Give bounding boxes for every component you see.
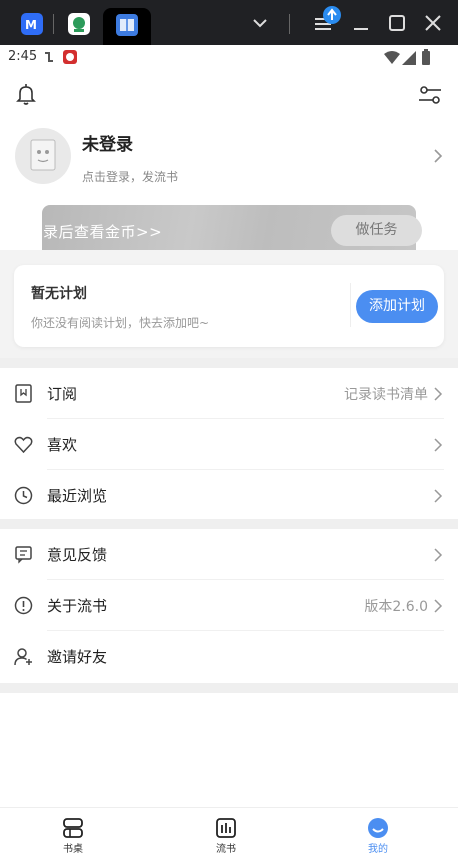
menu-item-label: 邀请好友	[47, 648, 108, 666]
section-gap	[0, 358, 458, 368]
feedback-icon	[15, 546, 32, 564]
menu-item-likes[interactable]: 喜欢	[0, 419, 458, 470]
profile-face-icon	[368, 818, 388, 838]
section-gap	[0, 683, 458, 693]
clock-icon	[14, 486, 33, 505]
battery-icon	[422, 49, 430, 65]
menu-item-about[interactable]: 关于流书 版本2.6.0	[0, 580, 458, 631]
bottom-navigation: 书桌 流书 我的	[0, 807, 458, 859]
nav-tab-label: 流书	[216, 844, 236, 855]
menu-item-subscribe[interactable]: 订阅 记录读书清单	[0, 368, 458, 419]
add-plan-button[interactable]: 添加计划	[356, 290, 438, 323]
avatar[interactable]	[15, 128, 71, 184]
tab-separator	[53, 14, 54, 34]
maximize-icon[interactable]	[386, 12, 408, 34]
signal-icon	[402, 51, 416, 65]
menu-item-label: 意见反馈	[47, 546, 108, 564]
menu-item-label: 订阅	[47, 385, 78, 403]
emulator-top-bar: M	[0, 0, 458, 45]
app-notification-icon	[63, 50, 77, 64]
banner-text[interactable]: 录后查看金币>>	[43, 221, 162, 242]
nav-tab-desk[interactable]: 书桌	[43, 808, 103, 859]
wifi-icon	[384, 51, 400, 64]
liushu-app-icon	[116, 14, 138, 36]
app-tab-icon-m[interactable]: M	[21, 13, 43, 35]
chevron-down-icon[interactable]	[249, 12, 271, 34]
nav-tab-liushu[interactable]: 流书	[196, 808, 256, 859]
menu-item-label: 最近浏览	[47, 487, 108, 505]
chevron-right-icon	[434, 438, 443, 452]
add-user-icon	[14, 648, 32, 666]
minimize-icon[interactable]	[350, 12, 372, 34]
menu-item-feedback[interactable]: 意见反馈	[0, 529, 458, 580]
settings-sliders-icon[interactable]	[418, 84, 442, 106]
section-gap	[0, 519, 458, 529]
chevron-right-icon[interactable]	[432, 149, 444, 163]
chevron-right-icon	[434, 548, 443, 562]
profile-name[interactable]: 未登录	[82, 130, 133, 155]
menu-item-value: 版本2.6.0	[364, 599, 428, 615]
nav-tab-mine[interactable]: 我的	[348, 808, 408, 859]
profile-subtitle[interactable]: 点击登录，发流书	[82, 168, 178, 185]
status-bar: 2:45	[0, 45, 458, 71]
chevron-right-icon	[434, 489, 443, 503]
do-task-button[interactable]: 做任务	[331, 215, 422, 246]
desk-icon	[63, 818, 83, 838]
heart-icon	[14, 436, 33, 454]
sync-icon	[45, 52, 53, 62]
menu-item-label: 喜欢	[47, 436, 78, 454]
info-icon	[14, 596, 33, 615]
close-icon[interactable]	[422, 12, 444, 34]
menu-item-value: 记录读书清单	[344, 387, 428, 403]
chart-icon	[216, 818, 236, 838]
status-time: 2:45	[8, 49, 38, 64]
plan-title: 暂无计划	[31, 286, 87, 302]
menu-item-invite[interactable]: 邀请好友	[0, 631, 458, 682]
chevron-right-icon	[434, 599, 443, 613]
plan-divider	[350, 283, 351, 327]
nav-tab-label: 书桌	[63, 844, 83, 855]
menu-item-recent[interactable]: 最近浏览	[0, 470, 458, 521]
app-tab-icon-green[interactable]	[68, 13, 90, 35]
nav-tab-label: 我的	[368, 844, 388, 855]
chevron-right-icon	[434, 387, 443, 401]
bell-icon[interactable]	[14, 82, 38, 106]
tab-separator	[289, 14, 290, 34]
bookmark-icon	[15, 384, 32, 403]
menu-item-label: 关于流书	[47, 597, 108, 615]
svg-text:M: M	[25, 18, 37, 32]
plan-subtitle: 你还没有阅读计划，快去添加吧~	[31, 316, 210, 330]
active-app-tab[interactable]	[103, 8, 151, 45]
upload-badge-icon[interactable]	[322, 5, 342, 25]
